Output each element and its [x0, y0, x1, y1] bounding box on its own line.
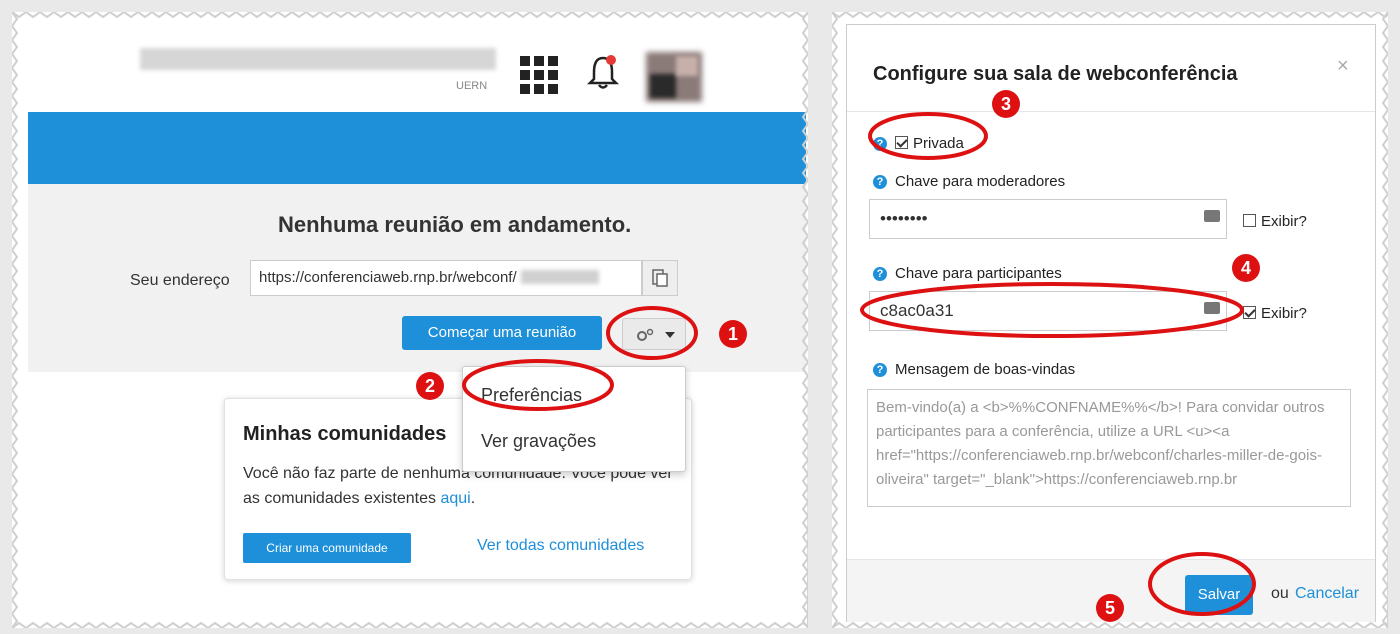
- zigzag-edge: [12, 621, 808, 628]
- zigzag-border: [12, 12, 808, 628]
- zigzag-edge: [832, 12, 839, 628]
- zigzag-edge: [12, 12, 808, 628]
- zigzag-edge: [832, 12, 1388, 628]
- left-panel: UERN Nenhuma reunião em andamento. Seu e…: [12, 12, 808, 628]
- zigzag-border: [832, 12, 1388, 628]
- zigzag-edge: [801, 12, 808, 628]
- zigzag-edge: [1381, 12, 1388, 628]
- right-panel: Configure sua sala de webconferência × ?…: [832, 12, 1388, 628]
- zigzag-edge: [12, 12, 19, 628]
- zigzag-edge: [832, 621, 1388, 628]
